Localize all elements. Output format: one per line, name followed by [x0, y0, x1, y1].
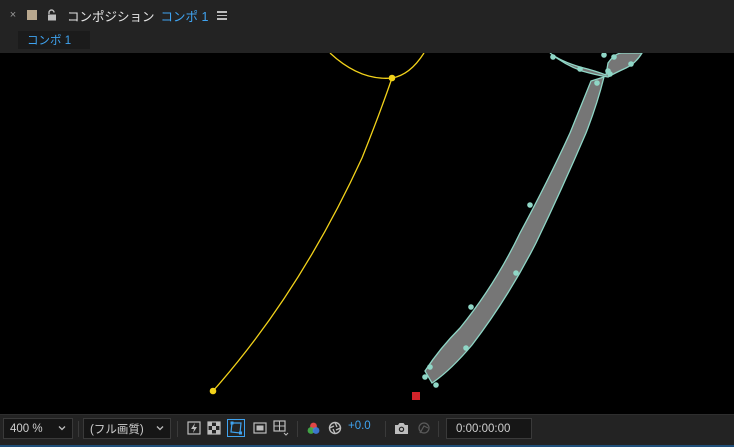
- grid-guides-button[interactable]: [272, 419, 290, 437]
- reset-exposure-button[interactable]: [326, 419, 344, 437]
- magnification-dropdown[interactable]: 400 %: [3, 418, 73, 439]
- motion-path-curve-top[interactable]: [329, 53, 425, 79]
- chevron-down-icon: [156, 426, 164, 431]
- grid-guides-icon: [273, 420, 289, 436]
- aperture-icon: [328, 421, 342, 435]
- magnification-value: 400 %: [10, 422, 43, 435]
- panel-menu-icon[interactable]: [217, 10, 228, 20]
- fast-previews-icon: [187, 421, 201, 435]
- mask-visibility-button[interactable]: [227, 419, 245, 437]
- exposure-value[interactable]: +0.0: [348, 420, 371, 432]
- toolbar-divider: [438, 421, 439, 437]
- resolution-value: (フル画質): [90, 423, 144, 436]
- shape-layer-outline[interactable]: [424, 76, 605, 384]
- tab-comp-1[interactable]: コンポ 1: [18, 31, 90, 49]
- panel-header: × コンポジション コンポ 1: [0, 0, 734, 30]
- unlock-icon[interactable]: [46, 9, 58, 21]
- keyframe-point-bottom[interactable]: [209, 387, 217, 395]
- mask-path-icon: [230, 421, 242, 435]
- label-color-swatch[interactable]: [27, 10, 37, 20]
- panel-comp-name: コンポ 1: [160, 9, 209, 24]
- toolbar-divider: [177, 421, 178, 437]
- toolbar-divider: [297, 421, 298, 437]
- close-panel-icon[interactable]: ×: [8, 9, 18, 21]
- show-snapshot-icon: [417, 421, 430, 434]
- transparency-grid-button[interactable]: [205, 419, 223, 437]
- panel-title: コンポジション: [67, 9, 155, 24]
- shape-layer-top[interactable]: [549, 53, 643, 78]
- region-of-interest-icon: [253, 422, 267, 434]
- toolbar-divider: [385, 421, 386, 437]
- camera-icon: [394, 422, 408, 434]
- region-of-interest-button[interactable]: [251, 419, 269, 437]
- chevron-down-icon: [58, 426, 66, 431]
- transparency-grid-icon: [207, 421, 221, 435]
- resolution-dropdown[interactable]: (フル画質): [83, 418, 171, 439]
- color-channel-icon: [307, 422, 319, 434]
- take-snapshot-button[interactable]: [392, 419, 410, 437]
- motion-path[interactable]: [212, 77, 393, 392]
- composition-viewer[interactable]: [0, 53, 734, 414]
- fast-previews-button[interactable]: [185, 419, 203, 437]
- show-snapshot-button[interactable]: [414, 419, 432, 437]
- comp-tab-bar: コンポ 1: [0, 30, 734, 52]
- viewer-toolbar: 400 % (フル画質) +0.0 0:00:00:00: [0, 414, 734, 447]
- keyframe-point-top[interactable]: [388, 74, 396, 82]
- show-channel-button[interactable]: [304, 419, 322, 437]
- viewer-canvas[interactable]: [0, 53, 734, 414]
- anchor-point-marker[interactable]: [412, 392, 420, 400]
- toolbar-divider: [78, 421, 79, 437]
- current-time-display[interactable]: 0:00:00:00: [446, 418, 532, 439]
